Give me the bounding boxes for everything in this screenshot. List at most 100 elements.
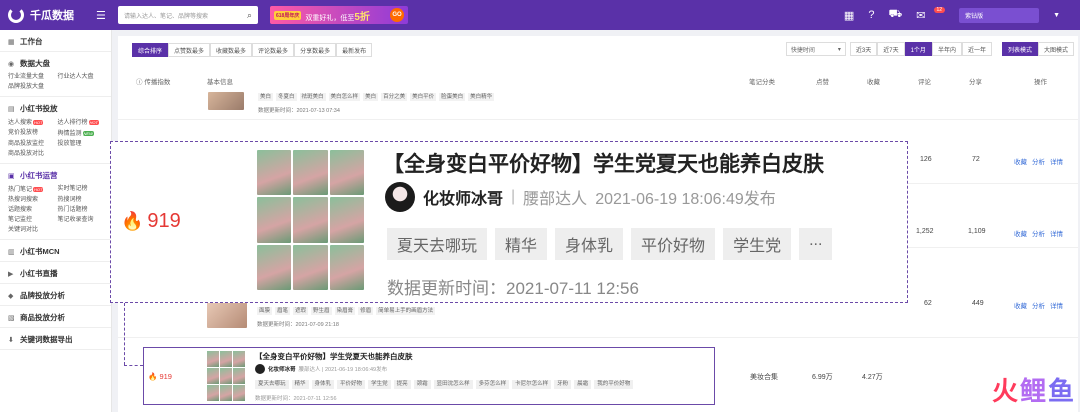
sidebar-item[interactable]: 热门话题榜 [58,206,104,215]
cart-icon[interactable]: ⛟ [888,8,902,22]
more-tags-button[interactable]: ... [799,228,833,260]
sidebar-item[interactable]: 热搜词榜 [58,196,104,205]
sidebar-item[interactable]: 竞价投放榜 [8,129,54,139]
sidebar-item[interactable]: 关键词对比 [8,226,54,235]
sidebar-item[interactable]: 商品投放监控 [8,140,54,149]
sidebar-item[interactable]: 行业流量大盘 [8,73,54,82]
note-tags: 面膜 眉笔 遮瑕 野生眉 染眉膏 修眉 简单易上手的画眉方法 [257,307,436,315]
col-likes[interactable]: 点赞 [816,76,829,86]
note-title[interactable]: 【全身变白平价好物】学生党夏天也能养白皮肤 [383,148,824,178]
sidebar-item[interactable]: 达人搜索 HOT [8,118,54,128]
detail-link[interactable]: 详情 [1050,231,1063,238]
note-title[interactable]: 【全身变白平价好物】学生党夏天也能养白皮肤 [255,351,413,362]
search-icon[interactable]: ⌕ [247,10,252,21]
sort-likes[interactable]: 点赞数最多 [168,43,211,57]
sort-shares[interactable]: 分享数最多 [294,43,337,57]
sort-comments[interactable]: 评论数最多 [252,43,295,57]
watermark-logo: 火 鲤 鱼 [991,376,1074,406]
analyze-link[interactable]: 分析 [1032,231,1045,238]
col-collects[interactable]: 收藏 [867,76,880,86]
analyze-link[interactable]: 分析 [1032,159,1045,166]
range-1y[interactable]: 近一年 [961,42,992,56]
note-tags: 夏天去哪玩 精华 身体乳 平价好物 学生党 ... [387,228,833,260]
sidebar-item[interactable]: 行业达人大盘 [58,73,104,82]
tag[interactable]: 夏天去哪玩 [387,228,488,260]
tag[interactable]: 身体乳 [555,228,624,260]
note-category: 美妆合集 [750,374,778,381]
sidebar-item[interactable]: 笔记监控 [8,216,54,225]
sidebar-item[interactable]: 投放管理 [58,140,104,149]
collect-link[interactable]: 收藏 [1014,303,1027,310]
sidebar-item[interactable]: 品牌投放大盘 [8,83,54,92]
menu-toggle-icon[interactable]: ☰ [96,9,108,22]
spread-index: 🔥 919 [148,372,172,381]
view-grid[interactable]: 大图模式 [1037,42,1074,56]
col-comments[interactable]: 评论 [918,76,931,86]
sidebar-workbench[interactable]: ▦ 工作台 [0,30,111,52]
sidebar-item[interactable]: 商品投放对比 [8,150,54,159]
tag[interactable]: 精华 [495,228,548,260]
sidebar-mcn[interactable]: ▥ 小红书MCN [0,240,111,262]
sidebar-item[interactable]: 热搜词搜索 [8,196,54,205]
promo-go-button[interactable]: GO [390,8,404,22]
avatar[interactable] [385,182,415,212]
author-meta: 腰部达人 | 2021-06-19 18:06:49发布 [298,367,388,373]
sidebar-item[interactable]: 话题搜索 [8,206,54,215]
sidebar-keyword-export[interactable]: ⬇ 关键词数据导出 [0,328,111,350]
avatar[interactable] [255,364,265,374]
detail-link[interactable]: 详情 [1050,303,1063,310]
hot-badge: HOT [88,120,99,125]
range-3d[interactable]: 近3天 [849,42,878,56]
quick-time-select[interactable]: 快捷时间 ▾ [785,42,846,56]
tag[interactable]: 平价好物 [631,228,716,260]
sort-collects[interactable]: 收藏数最多 [210,43,253,57]
search-box[interactable]: 请输入达人、笔记、品牌等搜索 ⌕ [118,6,258,24]
chevron-down-icon[interactable]: ▼ [1053,12,1060,19]
note-cover-collage[interactable] [207,351,245,401]
range-7d[interactable]: 近7天 [877,42,905,56]
sidebar-item[interactable]: 舆情监测 NEW [58,129,104,139]
note-thumbnail[interactable] [208,92,244,110]
table-header: ⓘ 传播指数 基本信息 笔记分类 点赞 收藏 评论 分享 操作 [118,74,1078,88]
row-actions: 收藏 分析 详情 [1014,228,1068,238]
logo[interactable]: 千瓜数据 [0,7,92,23]
note-cover-collage[interactable] [257,150,364,290]
author-name[interactable]: 化妆师冰哥 [423,185,503,209]
range-6m[interactable]: 半年内 [931,42,962,56]
logo-icon [8,7,24,23]
author-info: 化妆师冰哥 腰部达人 | 2021-06-19 18:06:49发布 [255,364,387,374]
sidebar-item-hot-notes[interactable]: 热门笔记 HOT [8,185,54,195]
data-update-time: 数据更新时间：2021-07-11 12:56 [387,279,639,298]
collect-link[interactable]: 收藏 [1014,231,1027,238]
search-input[interactable]: 请输入达人、笔记、品牌等搜索 [124,11,208,20]
sidebar-goods[interactable]: ▧ 商品投放分析 [0,306,111,328]
brand-icon: ◆ [8,292,14,300]
sidebar-item[interactable]: 笔记收录查询 [58,216,104,225]
range-1m[interactable]: 1个月 [904,42,932,56]
zoom-connector [124,365,143,366]
zoom-connector [124,303,125,365]
promo-banner[interactable]: 618周年庆 双重好礼，低至5折 GO [270,6,408,24]
detail-link[interactable]: 详情 [1050,159,1063,166]
top-navbar: 千瓜数据 ☰ 请输入达人、笔记、品牌等搜索 ⌕ 618周年庆 双重好礼，低至5折… [0,0,1080,30]
author-name[interactable]: 化妆师冰哥 [268,365,296,373]
grid-apps-icon[interactable]: ▦ [844,9,854,22]
mail-icon[interactable]: ✉ [916,9,925,22]
sort-latest[interactable]: 最新发布 [336,43,373,57]
note-thumbnail[interactable] [207,302,247,328]
sidebar-item[interactable]: 达人排行榜 HOT [58,118,104,128]
sidebar-data-section: ◉ 数据大盘 行业流量大盘 行业达人大盘 品牌投放大盘 [0,52,111,97]
sidebar-brand[interactable]: ◆ 品牌投放分析 [0,284,111,306]
vip-level[interactable]: 紫钻版 [959,7,1040,23]
sidebar-item[interactable]: 实时笔记榜 [58,185,104,195]
collect-link[interactable]: 收藏 [1014,159,1027,166]
col-shares[interactable]: 分享 [969,76,982,86]
notification-badge: 12 [933,7,946,13]
tag[interactable]: 学生党 [723,228,792,260]
analyze-link[interactable]: 分析 [1032,303,1045,310]
sidebar-live[interactable]: ▶ 小红书直播 [0,262,111,284]
view-list[interactable]: 列表模式 [1001,42,1038,56]
col-spread[interactable]: ⓘ 传播指数 [136,76,170,86]
help-icon[interactable]: ? [868,9,874,21]
sort-comprehensive[interactable]: 综合排序 [132,43,169,57]
